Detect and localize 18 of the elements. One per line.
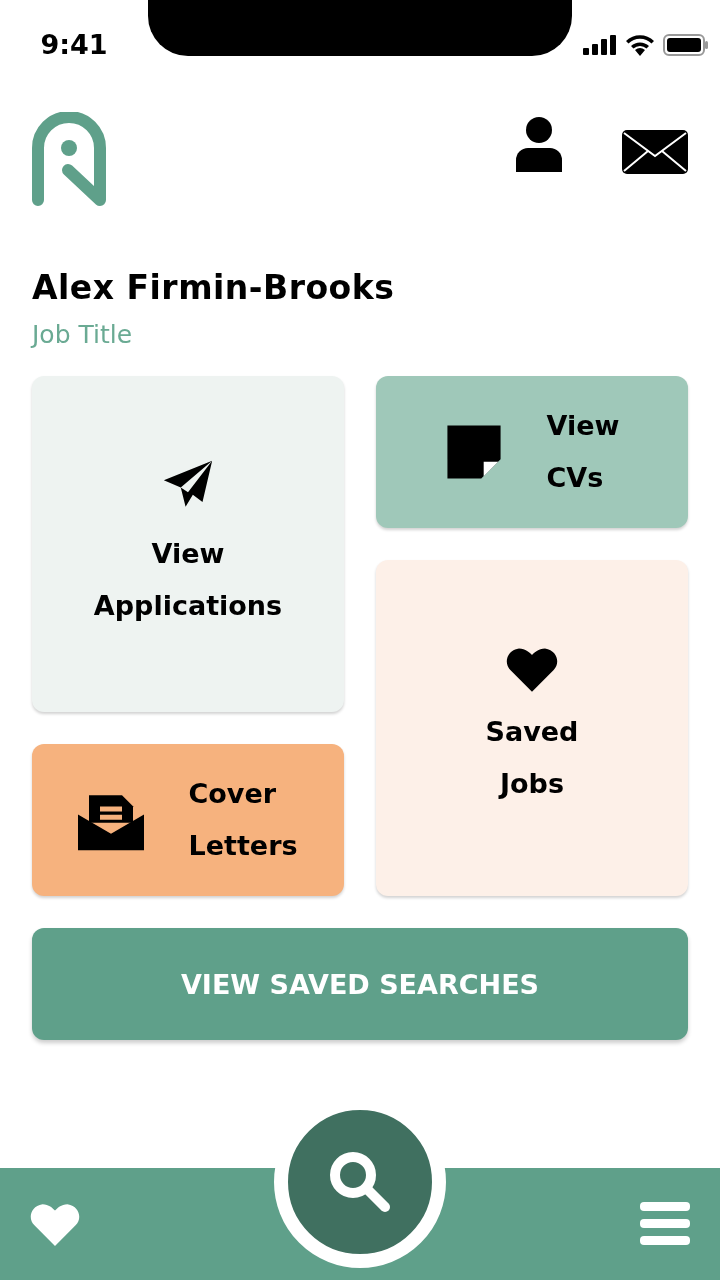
- search-icon: [327, 1149, 393, 1215]
- wifi-icon: [625, 34, 655, 56]
- menu-tile[interactable]: Cover Letters: [32, 744, 344, 896]
- battery-icon: [663, 34, 709, 56]
- status-time: 9:41: [39, 28, 109, 62]
- heart-icon[interactable]: [30, 1202, 80, 1246]
- logo-icon: [32, 112, 106, 206]
- note-icon: [444, 423, 503, 481]
- menu-tile[interactable]: Saved Jobs: [376, 560, 688, 896]
- menu-tile[interactable]: View CVs: [376, 376, 688, 528]
- profile-icon[interactable]: [514, 116, 564, 172]
- menu-tile[interactable]: View Applications: [32, 376, 344, 712]
- job-title: Job Title: [32, 320, 134, 350]
- menu-icon[interactable]: [640, 1202, 690, 1246]
- heart-icon: [506, 646, 558, 692]
- mail-icon[interactable]: [622, 130, 688, 174]
- signal-icon: [583, 35, 617, 55]
- user-name: Alex Firmin-Brooks: [32, 268, 396, 308]
